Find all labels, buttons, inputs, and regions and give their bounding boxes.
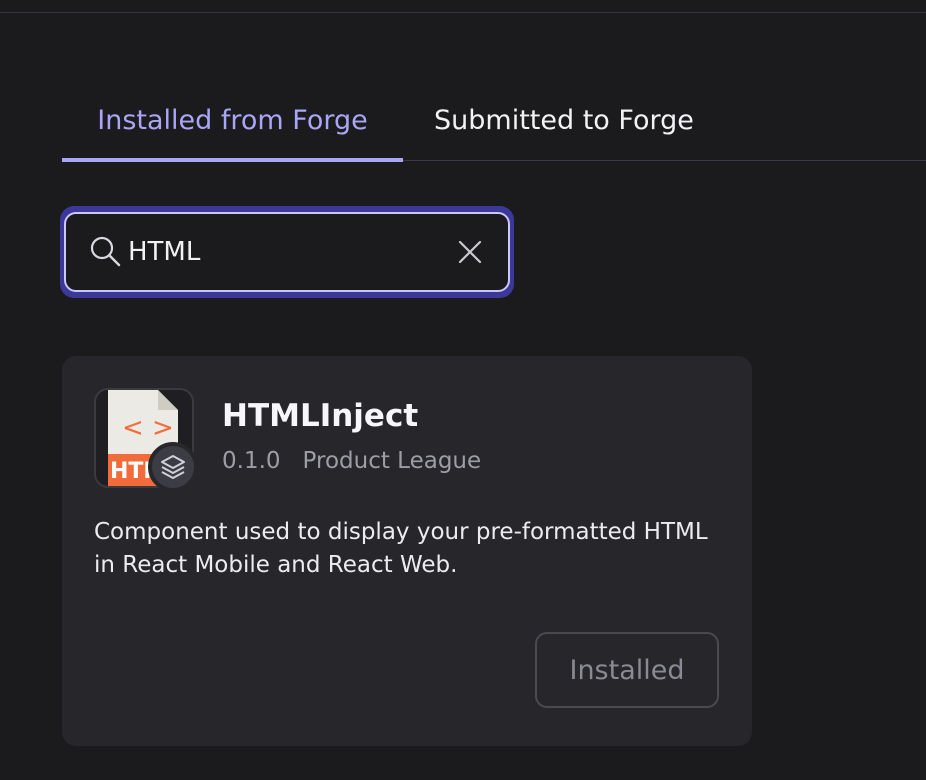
extension-description: Component used to display your pre-forma…: [94, 519, 708, 578]
search-focus-ring: [60, 206, 514, 298]
extension-version: 0.1.0: [222, 448, 281, 474]
extension-meta: 0.1.0 Product League: [222, 448, 481, 474]
extension-publisher: Product League: [302, 448, 482, 474]
search-input[interactable]: [128, 232, 448, 272]
tab-submitted-to-forge[interactable]: Submitted to Forge: [434, 92, 694, 162]
close-icon[interactable]: [456, 238, 484, 266]
extension-title: HTMLInject: [222, 398, 419, 434]
top-divider: [0, 12, 926, 13]
layers-icon: [148, 442, 198, 492]
search-icon: [90, 236, 121, 267]
installed-button[interactable]: Installed: [535, 632, 719, 708]
tab-installed-from-forge[interactable]: Installed from Forge: [62, 92, 403, 162]
search-box[interactable]: [64, 212, 510, 292]
tab-label: Installed from Forge: [97, 105, 368, 136]
code-brackets-text: < >: [122, 413, 174, 443]
tab-bar: Installed from Forge Submitted to Forge: [62, 92, 926, 162]
active-tab-indicator: [62, 158, 403, 162]
extension-card: < > HTN HTMLInject 0.1.0 Product League C…: [62, 356, 752, 746]
tab-label: Submitted to Forge: [434, 105, 694, 136]
